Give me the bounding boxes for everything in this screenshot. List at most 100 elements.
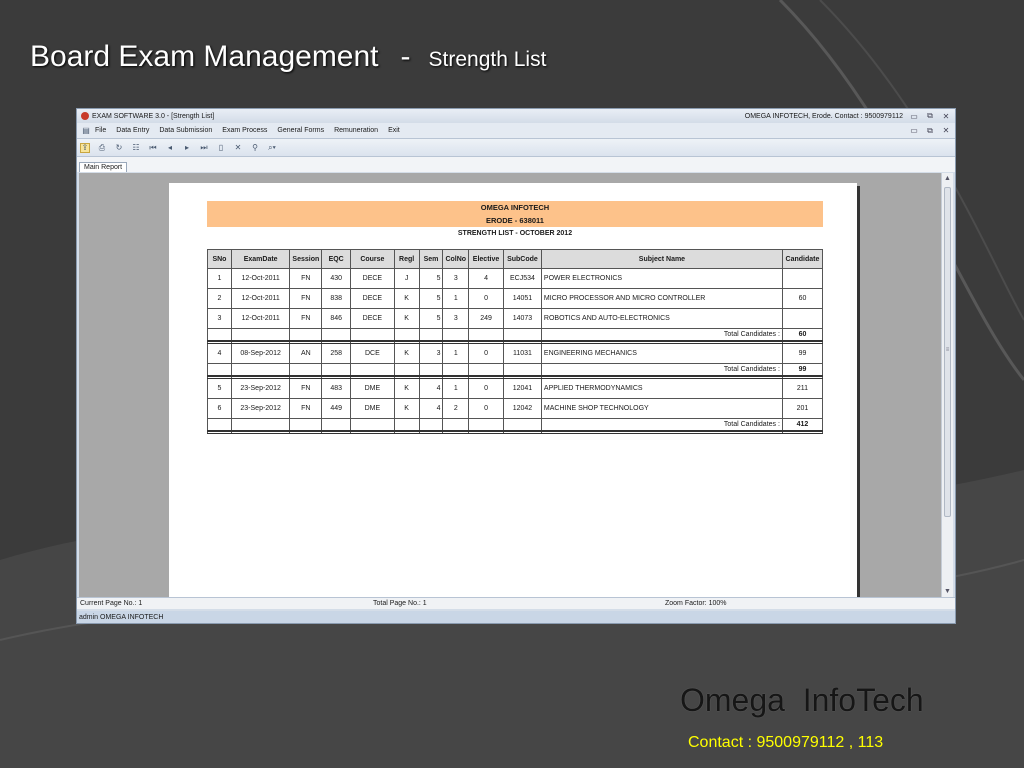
report-page: OMEGA INFOTECH ERODE - 638011 STRENGTH L… xyxy=(169,183,857,597)
vertical-scrollbar[interactable]: ▲ ≡ ▼ xyxy=(941,173,953,597)
column-header: Candidate xyxy=(781,249,824,269)
column-header: Course xyxy=(350,249,395,269)
table-cell: 23-Sep-2012 xyxy=(230,398,291,419)
table-cell xyxy=(468,363,504,376)
table-cell: 1 xyxy=(442,378,470,399)
separator-cell xyxy=(350,429,395,434)
close-report-icon[interactable]: ✕ xyxy=(233,143,243,153)
table-cell xyxy=(350,328,395,341)
table-body: 1 12-Oct-2011 FN 430 DECE J 5 3 4 ECJ534 POWER ELE… xyxy=(207,268,824,434)
table-cell xyxy=(781,308,824,329)
menu-data-submission[interactable]: Data Submission xyxy=(159,127,212,134)
table-header-row: SNo ExamDate Session EQC Course Regl Sem… xyxy=(207,249,824,269)
next-page-icon[interactable]: ▸ xyxy=(182,143,192,153)
menu-exit[interactable]: Exit xyxy=(388,127,400,134)
window-title: EXAM SOFTWARE 3.0 - [Strength List] xyxy=(92,112,215,120)
table-cell xyxy=(393,328,420,341)
total-label: Total Candidates : xyxy=(540,328,783,341)
report-subtitle: STRENGTH LIST - OCTOBER 2012 xyxy=(457,230,573,237)
table-cell: DECE xyxy=(350,308,395,329)
table-cell xyxy=(393,418,420,431)
table-cell: 6 xyxy=(207,398,232,419)
export-icon[interactable]: ⇪ xyxy=(80,142,90,153)
table-cell: J xyxy=(393,268,420,289)
table-cell: FN xyxy=(289,288,323,309)
scroll-down-icon[interactable]: ▼ xyxy=(942,588,953,595)
table-cell: DECE xyxy=(350,268,395,289)
strength-table: SNo ExamDate Session EQC Course Regl Sem… xyxy=(207,249,824,434)
table-cell: 12042 xyxy=(502,398,542,419)
table-cell: 211 xyxy=(781,378,824,399)
table-cell: 249 xyxy=(468,308,504,329)
table-cell: 0 xyxy=(468,288,504,309)
menu-remuneration[interactable]: Remuneration xyxy=(334,127,378,134)
table-cell xyxy=(230,418,291,431)
tab-strip: Main Report xyxy=(77,157,955,172)
table-row: 3 12-Oct-2011 FN 846 DECE K 5 3 249 14073 ROBOTICS… xyxy=(207,308,824,329)
total-value: 60 xyxy=(781,328,824,341)
table-cell xyxy=(321,328,352,341)
first-page-icon[interactable]: ⏮ xyxy=(148,143,158,153)
refresh-icon[interactable]: ↻ xyxy=(114,143,124,153)
table-cell xyxy=(207,418,232,431)
column-header: Session xyxy=(289,249,323,269)
table-cell: 12-Oct-2011 xyxy=(230,288,291,309)
table-cell: 1 xyxy=(442,343,470,364)
separator-cell xyxy=(781,429,824,434)
window-titlebar[interactable]: EXAM SOFTWARE 3.0 - [Strength List] OMEG… xyxy=(77,109,955,123)
table-cell: DME xyxy=(350,398,395,419)
last-page-icon[interactable]: ⏭ xyxy=(199,143,209,153)
menu-file[interactable]: File xyxy=(95,127,106,134)
table-cell: 14051 xyxy=(502,288,542,309)
table-cell: 3 xyxy=(442,308,470,329)
menu-exam-process[interactable]: Exam Process xyxy=(222,127,267,134)
scroll-grip-icon: ≡ xyxy=(945,347,950,353)
menu-general-forms[interactable]: General Forms xyxy=(277,127,324,134)
table-cell: ECJ534 xyxy=(502,268,542,289)
table-cell: 4 xyxy=(418,398,444,419)
table-cell: 0 xyxy=(468,343,504,364)
separator-cell xyxy=(289,429,323,434)
column-header: Sem xyxy=(418,249,444,269)
search-icon[interactable]: ⚲ xyxy=(250,143,260,153)
table-cell: 838 xyxy=(321,288,352,309)
total-label: Total Candidates : xyxy=(540,363,783,376)
table-cell: FN xyxy=(289,378,323,399)
menu-app-icon[interactable]: ▤ xyxy=(81,126,91,136)
table-cell: 483 xyxy=(321,378,352,399)
child-minimize-icon[interactable]: ▭ xyxy=(909,126,919,136)
restore-icon[interactable]: ⧉ xyxy=(925,111,935,121)
table-cell: 3 xyxy=(442,268,470,289)
prev-page-icon[interactable]: ◂ xyxy=(165,143,175,153)
table-cell: K xyxy=(393,398,420,419)
scroll-up-icon[interactable]: ▲ xyxy=(942,175,953,182)
current-page-status: Current Page No.: 1 xyxy=(80,600,143,607)
child-restore-icon[interactable]: ⧉ xyxy=(925,126,935,136)
table-cell xyxy=(393,363,420,376)
child-close-icon[interactable]: ✕ xyxy=(941,126,951,136)
print-icon[interactable]: ⎙ xyxy=(97,143,107,153)
zoom-icon[interactable]: ⌕▾ xyxy=(267,143,277,153)
table-cell: 12-Oct-2011 xyxy=(230,308,291,329)
table-cell xyxy=(502,328,542,341)
total-row: Total Candidates :99 xyxy=(207,363,824,376)
column-header: SubCode xyxy=(502,249,542,269)
table-cell: 60 xyxy=(781,288,824,309)
table-cell: 449 xyxy=(321,398,352,419)
goto-page-icon[interactable]: ▯ xyxy=(216,143,226,153)
table-cell: FN xyxy=(289,268,323,289)
menu-bar: ▤ File Data Entry Data Submission Exam P… xyxy=(77,123,955,139)
table-cell: 430 xyxy=(321,268,352,289)
minimize-icon[interactable]: ▭ xyxy=(909,112,919,121)
table-row: 5 23-Sep-2012 FN 483 DME K 4 1 0 12041 APPLIED THE… xyxy=(207,378,824,399)
tab-main-report[interactable]: Main Report xyxy=(79,162,128,172)
column-header: ColNo xyxy=(442,249,470,269)
table-cell xyxy=(350,363,395,376)
table-cell: 12041 xyxy=(502,378,542,399)
tree-icon[interactable]: ☷ xyxy=(131,143,141,153)
brand-name: Omega InfoTech xyxy=(680,682,924,718)
table-cell: MACHINE SHOP TECHNOLOGY xyxy=(540,398,783,419)
menu-data-entry[interactable]: Data Entry xyxy=(116,127,149,134)
table-cell: FN xyxy=(289,398,323,419)
close-icon[interactable]: ✕ xyxy=(941,112,951,121)
